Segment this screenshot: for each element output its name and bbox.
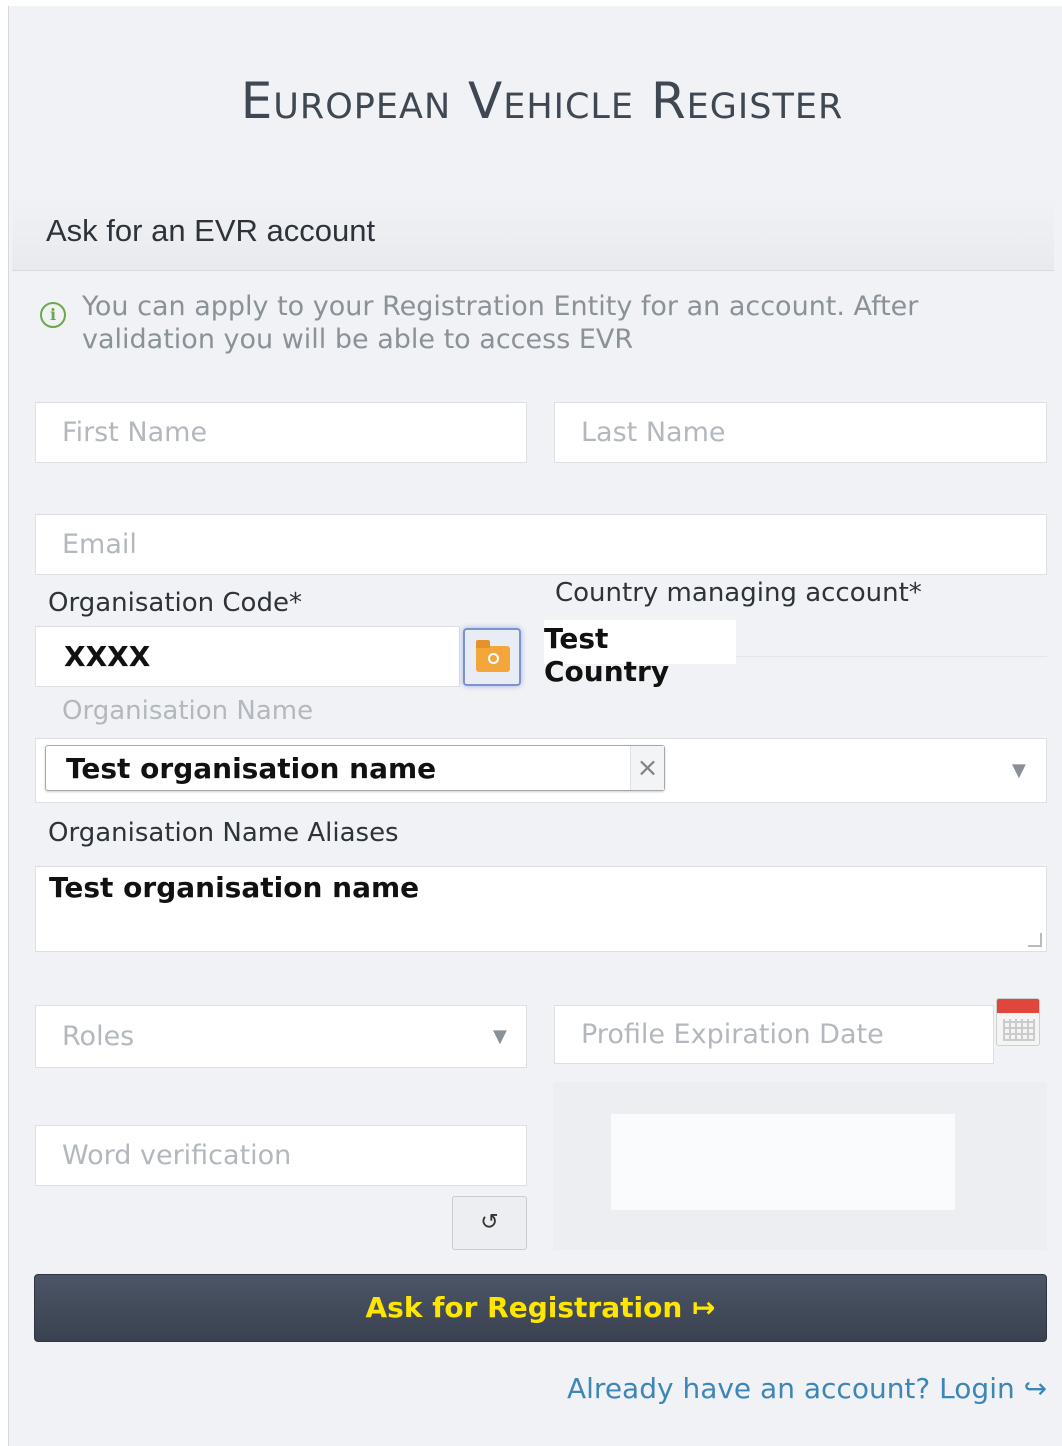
remove-tag-icon[interactable]: × (630, 746, 664, 790)
org-aliases-label: Organisation Name Aliases (48, 818, 399, 848)
refresh-icon: ↺ (480, 1210, 499, 1235)
last-name-input[interactable]: Last Name (554, 402, 1047, 463)
roles-placeholder: Roles (62, 1021, 135, 1052)
folder-search-icon (476, 640, 510, 672)
email-placeholder: Email (62, 529, 137, 560)
info-text-line-1: You can apply to your Registration Entit… (82, 291, 919, 322)
chevron-down-icon[interactable]: ▼ (1012, 760, 1026, 781)
org-name-tag: Test organisation name × (45, 745, 665, 791)
resize-handle-icon[interactable] (1028, 933, 1042, 947)
expiration-date-placeholder: Profile Expiration Date (581, 1019, 884, 1050)
refresh-captcha-button[interactable]: ↺ (452, 1196, 527, 1250)
country-field: Test Country (544, 620, 736, 688)
org-code-label: Organisation Code* (48, 588, 302, 618)
org-name-label: Organisation Name (62, 696, 314, 726)
info-icon: i (40, 302, 66, 328)
calendar-icon[interactable] (996, 998, 1040, 1046)
org-name-tag-label: Test organisation name (66, 752, 437, 785)
org-code-value: XXXX (64, 640, 151, 673)
last-name-placeholder: Last Name (581, 417, 726, 448)
org-code-input[interactable]: XXXX (35, 626, 460, 687)
org-search-button[interactable] (463, 628, 521, 686)
word-verification-input[interactable]: Word verification (35, 1125, 527, 1186)
section-heading: Ask for an EVR account (46, 213, 376, 248)
word-verification-placeholder: Word verification (62, 1140, 292, 1171)
info-text: You can apply to your Registration Entit… (82, 290, 918, 356)
captcha-image (611, 1114, 955, 1210)
ask-for-registration-button[interactable]: Ask for Registration ↦ (34, 1274, 1047, 1342)
country-value: Test Country (544, 622, 670, 688)
first-name-placeholder: First Name (62, 417, 208, 448)
roles-chevron-down-icon[interactable]: ▼ (493, 1026, 507, 1047)
country-underline (736, 656, 1047, 657)
section-header: Ask for an EVR account (12, 195, 1054, 271)
country-label: Country managing account* (555, 578, 922, 608)
email-input[interactable]: Email (35, 514, 1047, 575)
expiration-date-input[interactable]: Profile Expiration Date (554, 1005, 994, 1064)
org-aliases-textarea[interactable]: Test organisation name (35, 866, 1047, 952)
page-title: European Vehicle Register (240, 72, 844, 130)
info-text-line-2: validation you will be able to access EV… (82, 324, 634, 355)
org-aliases-value: Test organisation name (49, 871, 420, 904)
first-name-input[interactable]: First Name (35, 402, 527, 463)
roles-select[interactable]: Roles (35, 1005, 527, 1068)
login-link[interactable]: Already have an account? Login ↪ (567, 1372, 1047, 1405)
